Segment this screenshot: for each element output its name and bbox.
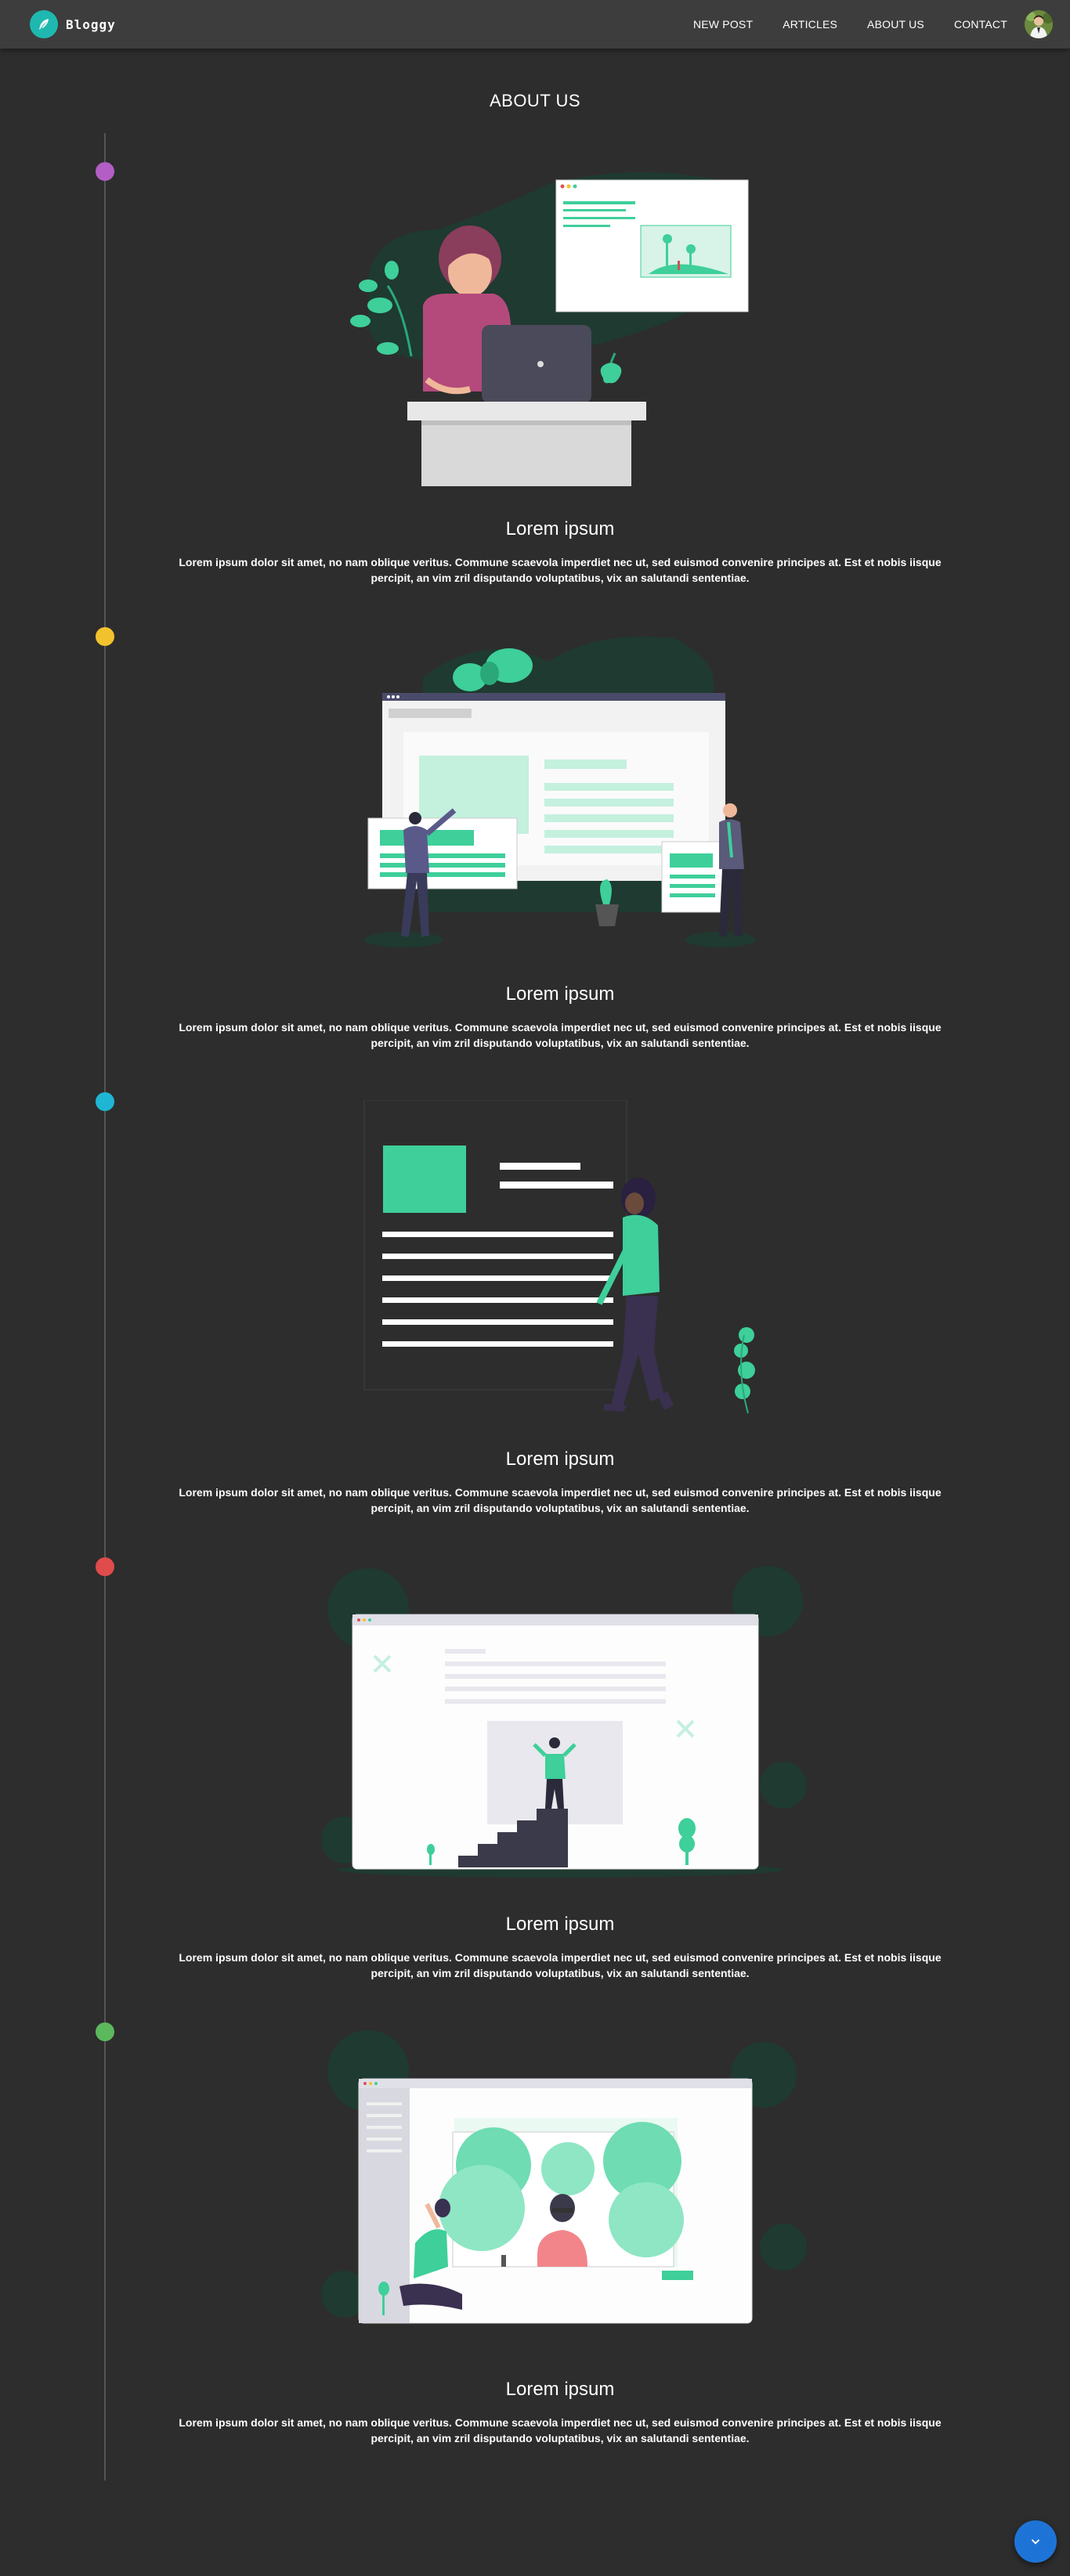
section-title: Lorem ipsum [505, 1449, 615, 1470]
section-title: Lorem ipsum [505, 2379, 615, 2400]
illustration-working-on-laptop [350, 172, 749, 486]
top-navbar: Bloggy NEW POST ARTICLES ABOUT US CONTAC… [0, 0, 1070, 49]
illustration-reading-document [363, 1100, 755, 1414]
brand[interactable]: Bloggy [30, 10, 116, 38]
nav-about-us[interactable]: ABOUT US [867, 18, 924, 31]
timeline-dot-4 [96, 1557, 114, 1576]
nav-contact[interactable]: CONTACT [954, 18, 1007, 31]
section-title: Lorem ipsum [505, 1914, 615, 1935]
chevron-down-icon [1031, 2539, 1040, 2545]
timeline-dot-5 [96, 2022, 114, 2041]
section-text: Lorem ipsum dolor sit amet, no nam obliq… [179, 2416, 942, 2444]
timeline-dot-1 [96, 162, 114, 181]
nav-articles[interactable]: ARTICLES [783, 18, 837, 31]
section-text: Lorem ipsum dolor sit amet, no nam obliq… [179, 1021, 942, 1049]
section-text: Lorem ipsum dolor sit amet, no nam obliq… [179, 556, 942, 584]
brand-name: Bloggy [66, 16, 116, 32]
illustration-photo-gallery [321, 2030, 807, 2324]
timeline-dot-3 [96, 1092, 114, 1111]
timeline-line [104, 133, 106, 2480]
nav-new-post[interactable]: NEW POST [693, 18, 753, 31]
section-title: Lorem ipsum [505, 518, 615, 539]
illustration-success-on-stairs [321, 1566, 807, 1878]
timeline-dot-2 [96, 627, 114, 646]
section-text: Lorem ipsum dolor sit amet, no nam obliq… [179, 1486, 942, 1514]
section-title: Lorem ipsum [505, 983, 615, 1005]
feather-icon [30, 10, 58, 38]
avatar[interactable] [1025, 10, 1053, 38]
scroll-down-button[interactable] [1014, 2520, 1057, 2563]
nav-links: NEW POST ARTICLES ABOUT US CONTACT [663, 0, 1007, 49]
section-text: Lorem ipsum dolor sit amet, no nam obliq… [179, 1951, 942, 1979]
illustration-team-building-website [364, 637, 756, 947]
page-title: ABOUT US [489, 91, 581, 110]
